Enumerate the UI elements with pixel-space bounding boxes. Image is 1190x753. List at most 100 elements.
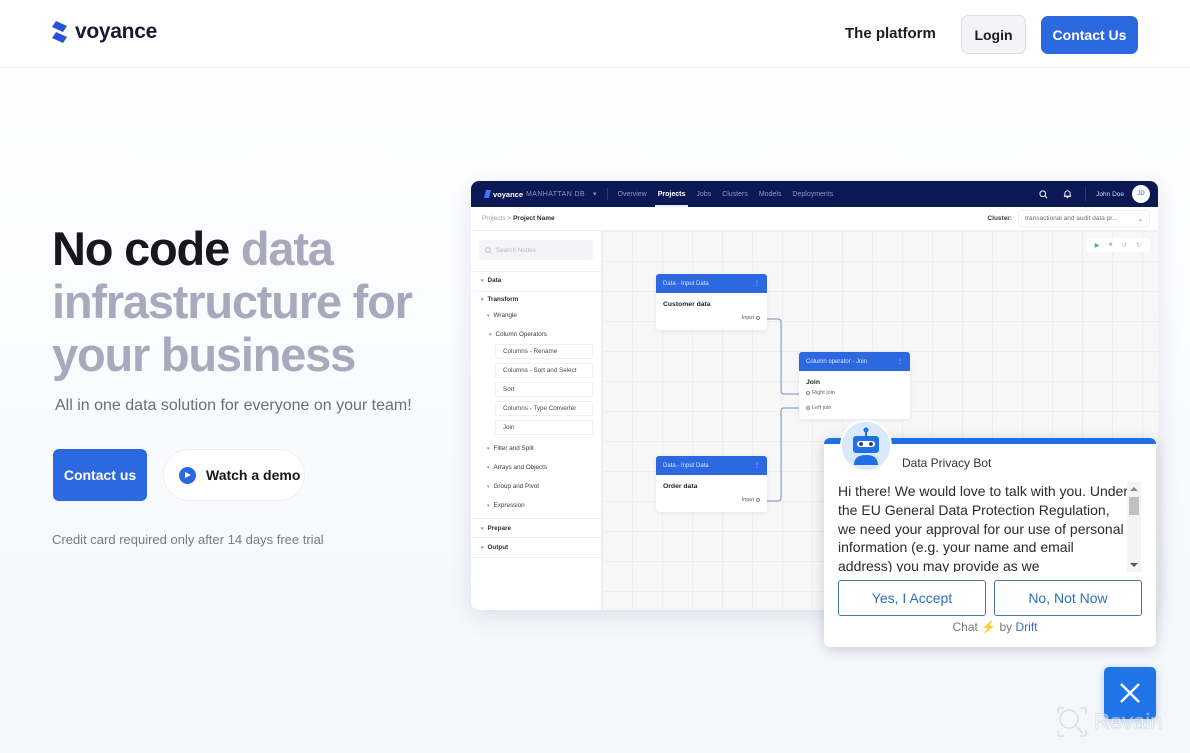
tree-leaf: Sort [495, 382, 593, 397]
node-port-output: Input [742, 315, 760, 321]
tree-item-wrangle: ▾ Wrangle [487, 312, 517, 319]
drift-link[interactable]: Drift [1016, 620, 1038, 634]
kebab-menu-icon: ⋮ [897, 359, 903, 365]
tree-leaf: Join [495, 420, 593, 435]
logo-text: voyance [75, 20, 157, 43]
tree-item-group-pivot: ▾ Group and Pivot [487, 483, 540, 490]
top-navbar: voyance The platform Login Contact Us [0, 0, 1190, 68]
hero-title: No code data infrastructure for your bus… [52, 222, 452, 381]
scroll-up-icon[interactable] [1130, 487, 1138, 491]
mock-tab-models: Models [758, 190, 782, 198]
revain-text: Revain [1094, 709, 1163, 735]
voyance-logo[interactable]: voyance [52, 20, 157, 44]
avatar: JD [1132, 185, 1150, 203]
watch-demo-label: Watch a demo [206, 467, 301, 483]
lightning-icon: ⚡ [981, 620, 997, 634]
divider [471, 518, 602, 519]
chat-footer: Chat ⚡ by Drift [0, 620, 1190, 634]
search-placeholder: Search Nodes [496, 246, 536, 254]
mock-logo-icon [483, 190, 492, 198]
node-title: Join [806, 379, 820, 386]
watch-demo-button[interactable]: Watch a demo [163, 449, 305, 501]
tree-leaf: Columns - Rename [495, 344, 593, 359]
divider [471, 291, 602, 292]
node-port-right-join: Right join [806, 390, 835, 396]
play-icon: ▶ [1094, 242, 1100, 249]
trial-note: Credit card required only after 14 days … [52, 532, 324, 547]
tree-item-filter-split: ▾ Filter and Split [487, 445, 534, 452]
mock-tab-clusters: Clusters [722, 190, 748, 198]
chat-scrollbar[interactable] [1127, 482, 1141, 572]
breadcrumb-current: Project Name [513, 215, 555, 222]
footer-by-text: by [999, 620, 1013, 634]
tree-item-column-operators: ▾ Column Operators [489, 331, 547, 338]
undo-icon: ↺ [1121, 242, 1127, 249]
node-header: Column operator - Join [806, 358, 868, 365]
node-library-sidebar: Search Nodes ▾ Data ▾ Transform ▾ Wrangle ▾… [471, 231, 602, 610]
decline-button[interactable]: No, Not Now [994, 580, 1142, 616]
chevron-down-icon: ▾ [593, 191, 597, 198]
mock-tab-deployments: Deployments [792, 190, 834, 198]
nav-link-the-platform[interactable]: The platform [845, 25, 936, 42]
flow-node-order-data: Data - Input Data ⋮ Order data Input [656, 456, 767, 512]
divider [471, 271, 602, 272]
accept-button[interactable]: Yes, I Accept [838, 580, 986, 616]
kebab-menu-icon: ⋮ [754, 281, 760, 287]
bot-name: Data Privacy Bot [902, 456, 992, 470]
flow-node-join: Column operator - Join ⋮ Join Right join … [799, 352, 910, 419]
node-port-output: Input [742, 497, 760, 503]
node-port-left-join: Left join [806, 405, 831, 411]
mock-workspace: MANHATTAN DB [526, 190, 586, 198]
play-icon [179, 466, 196, 484]
bot-avatar [840, 420, 892, 472]
contact-us-nav-button[interactable]: Contact Us [1041, 16, 1138, 54]
footer-chat-text: Chat [952, 620, 978, 634]
mock-tab-jobs: Jobs [696, 190, 712, 198]
divider [606, 188, 608, 200]
mock-breadcrumb: Projects > Project Name Cluster: transac… [471, 207, 1158, 231]
flow-node-customer-data: Data - Input Data ⋮ Customer data Input [656, 274, 767, 330]
tree-leaf: Columns - Sort and Select [495, 363, 593, 378]
breadcrumb-separator: > [507, 215, 512, 222]
search-icon [485, 246, 492, 254]
node-title: Order data [663, 483, 698, 490]
redo-icon: ↻ [1136, 242, 1142, 249]
tree-item-output: ▾ Output [481, 544, 509, 551]
tree-item-transform: ▾ Transform [481, 296, 519, 303]
node-header: Data - Input Data [663, 280, 709, 287]
bell-icon [1061, 188, 1073, 200]
divider [471, 557, 602, 558]
node-search-input: Search Nodes [479, 240, 593, 260]
mock-logo-text: voyance [493, 189, 524, 199]
canvas-controls: ▶ ■ ↺ ↻ [1086, 238, 1150, 252]
node-header: Data - Input Data [663, 462, 709, 469]
login-button[interactable]: Login [961, 15, 1026, 54]
contact-us-hero-button[interactable]: Contact us [53, 449, 147, 501]
mock-topbar: voyance MANHATTAN DB ▾ Overview Projects… [471, 181, 1158, 207]
tree-item-data: ▾ Data [481, 277, 502, 284]
stop-icon: ■ [1108, 242, 1113, 248]
search-icon [1037, 188, 1049, 200]
revain-logo-icon [1057, 707, 1087, 737]
cluster-label: Cluster: [987, 215, 1012, 222]
tree-item-expression: ▾ Expression [487, 502, 525, 509]
hero-title-dark: No code [52, 222, 230, 275]
resize-handle-icon: ⋰ [592, 601, 597, 607]
kebab-menu-icon: ⋮ [754, 463, 760, 469]
mock-logo: voyance [483, 189, 524, 199]
hero-subtitle: All in one data solution for everyone on… [55, 397, 412, 414]
mock-tab-projects: Projects [654, 181, 688, 207]
tree-item-arrays-objects: ▾ Arrays and Objects [487, 464, 548, 471]
breadcrumb-root: Projects [482, 215, 506, 222]
scroll-down-icon[interactable] [1130, 563, 1138, 567]
robot-icon [853, 427, 879, 465]
revain-watermark: Revain [1056, 706, 1163, 738]
cluster-select: transactional and audit data pr... ⌄ [1018, 210, 1150, 227]
mock-tab-overview: Overview [617, 190, 647, 198]
scroll-thumb[interactable] [1129, 497, 1139, 515]
chat-message: Hi there! We would love to talk with you… [838, 483, 1128, 572]
node-title: Customer data [663, 301, 711, 308]
tree-item-prepare: ▾ Prepare [481, 525, 511, 532]
tree-leaf: Columns - Type Converter [495, 401, 593, 416]
cluster-value: transactional and audit data pr... [1025, 215, 1118, 222]
